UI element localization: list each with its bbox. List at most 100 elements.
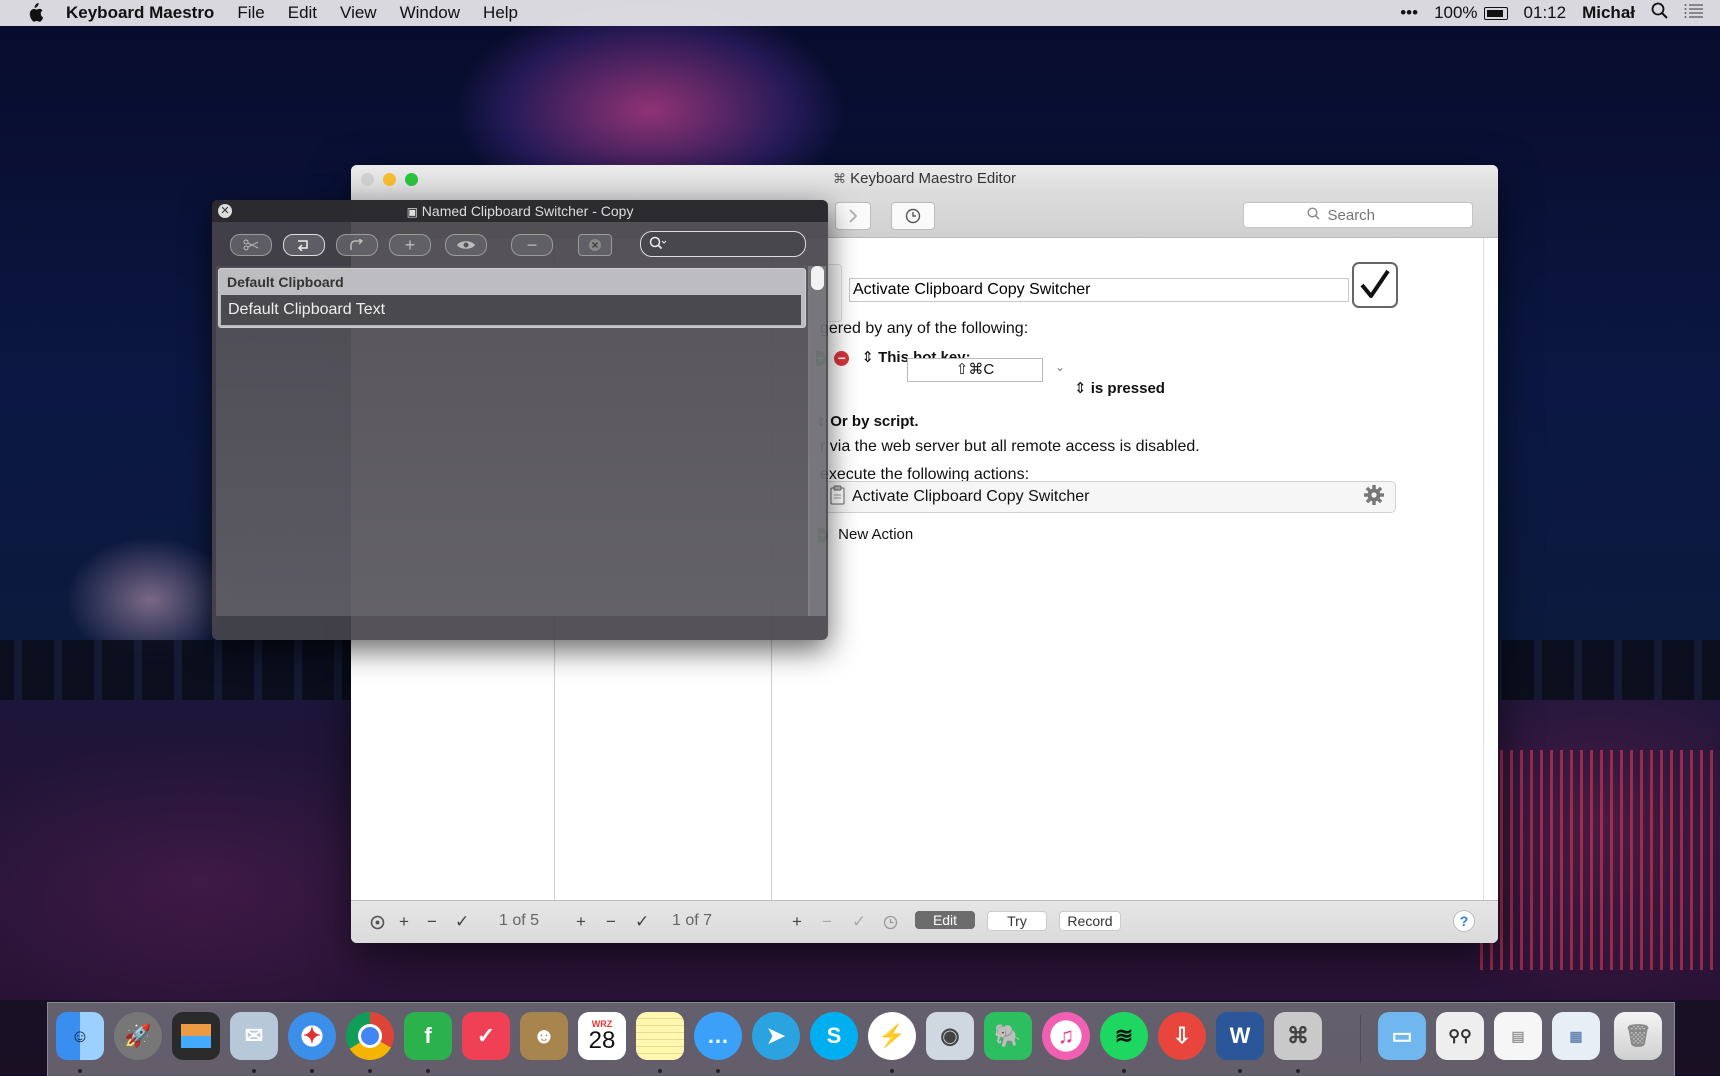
menu-view[interactable]: View [340,3,377,23]
dock-notes-icon[interactable] [636,1012,684,1060]
history-button[interactable] [891,202,935,230]
add-clipboard-icon[interactable]: + [389,234,431,256]
enable-macro-button[interactable]: ✓ [635,912,649,931]
forward-button[interactable] [835,202,871,230]
dock-pocket-icon[interactable]: ✓ [462,1012,510,1060]
remove-trigger-icon[interactable]: − [834,350,850,366]
close-button[interactable] [361,173,374,186]
add-group-button[interactable]: + [399,912,409,931]
dock-desktop-stack-icon[interactable]: ▦ [1552,1012,1600,1060]
dock-running-dot [658,1069,662,1073]
preview-eye-icon[interactable] [445,234,487,256]
dock-chrome-icon[interactable] [346,1012,394,1060]
dock-launchpad-icon[interactable]: 🚀 [114,1012,162,1060]
user-menu[interactable]: Michał [1582,3,1635,23]
try-button[interactable]: Try [987,911,1047,931]
clipboard-switcher-titlebar[interactable]: ✕ ▣ Named Clipboard Switcher - Copy [212,200,828,222]
dock-transmit-icon[interactable]: ⇩ [1158,1012,1206,1060]
hud-close-icon[interactable]: ✕ [218,204,232,218]
spotlight-icon[interactable] [1651,2,1668,24]
dock-messenger-icon[interactable]: ⚡ [868,1012,916,1060]
web-server-text: r via the web server but all remote acce… [820,438,1200,455]
notification-center-icon[interactable] [1684,3,1704,24]
dock-calendar-icon[interactable]: WRZ 28 [578,1012,626,1060]
triggered-by-text: gered by any of the following: [820,320,1029,337]
search-field[interactable] [1243,202,1473,228]
dock-evernote-icon[interactable]: 🐘 [984,1012,1032,1060]
or-by-script-label: Or by script. [830,413,919,430]
zoom-button[interactable] [405,173,418,186]
dock-preview-icon[interactable]: ◉ [926,1012,974,1060]
apple-menu-icon[interactable] [24,3,44,23]
macros-count: 1 of 7 [672,912,713,929]
trigger-type-updown-icon[interactable]: ⇕ [861,349,874,366]
edit-button[interactable]: Edit [915,911,975,929]
editor-window-titlebar[interactable]: ⌘ Keyboard Maestro Editor [351,165,1498,195]
dock-photobooth-icon[interactable] [172,1012,220,1060]
clipboard-search-field[interactable] [640,231,806,257]
dock-messages-icon[interactable]: … [694,1012,742,1060]
clipboard-search-icon [649,236,667,255]
dock-finder-icon[interactable]: ☺ [56,1012,104,1060]
clipboard-scroll-thumb[interactable] [811,266,824,290]
new-action-row[interactable]: + New Action [818,526,913,543]
menu-file[interactable]: File [237,3,264,23]
menu-help[interactable]: Help [483,3,518,23]
dock-skype-icon[interactable]: S [810,1012,858,1060]
calendar-day: 28 [588,1027,616,1054]
dock-keyboard-maestro-icon[interactable]: ⌘ [1274,1012,1322,1060]
menu-edit[interactable]: Edit [288,3,317,23]
more-extras-icon[interactable]: ••• [1400,3,1418,23]
dock-downloads-stack-icon[interactable]: ⚲⚲ [1436,1012,1484,1060]
dock-trash-icon[interactable]: 🗑 [1614,1012,1662,1060]
clock[interactable]: 01:12 [1524,3,1567,23]
remove-group-button[interactable]: − [427,912,437,931]
dock-telegram-icon[interactable]: ➤ [752,1012,800,1060]
clipboard-scrollbar[interactable] [808,266,826,616]
enable-group-button[interactable]: ✓ [455,912,469,931]
action-activate-clipboard-switcher[interactable]: Activate Clipboard Copy Switcher [819,481,1396,513]
battery-icon[interactable] [1483,6,1508,20]
state-updown-icon: ⇕ [1074,380,1087,397]
hotkey-dropdown-icon[interactable]: ⌄ [1055,360,1065,374]
menu-window[interactable]: Window [400,3,460,23]
record-button[interactable]: Record [1059,911,1121,931]
dock-feedly-icon[interactable]: f [404,1012,452,1060]
action-name: Activate Clipboard Copy Switcher [852,488,1090,505]
dock-itunes-icon[interactable]: ♫ [1042,1012,1090,1060]
add-macro-button[interactable]: + [576,912,586,931]
help-button[interactable]: ? [1453,910,1475,932]
action-gear-icon[interactable] [1363,484,1385,511]
dock-word-icon[interactable]: W [1216,1012,1264,1060]
macro-name-field[interactable] [849,278,1349,302]
dock-running-dot [1122,1069,1126,1073]
search-input[interactable] [1325,205,1410,225]
dock-documents-stack-icon[interactable]: ▤ [1494,1012,1542,1060]
hotkey-field[interactable]: ⇧⌘C [907,358,1043,382]
groups-count: 1 of 5 [499,912,540,929]
clipboard-item-selected[interactable]: Default Clipboard Text [221,295,801,325]
dock-spotify-icon[interactable]: ≋ [1100,1012,1148,1060]
dock: ☺ 🚀 ✉ ✦ f ✓ ☻ WRZ 28 … ➤ S ⚡ ◉ 🐘 ♫ ≋ ⇩ W… [47,1002,1675,1076]
redo-icon[interactable] [336,234,378,256]
clipboard-list[interactable]: Default Clipboard Default Clipboard Text [216,266,810,616]
add-action-button[interactable]: + [792,912,802,931]
menu-app-name[interactable]: Keyboard Maestro [66,3,214,23]
dock-running-dot [890,1069,894,1073]
dock-applications-folder-icon[interactable]: ▭ [1378,1012,1426,1060]
hotkey-state-popup[interactable]: ⇕ is pressed [1074,379,1165,397]
macro-editor-pane: gered by any of the following: + − ⇕ Thi… [772,238,1498,900]
macro-enabled-checkbox[interactable] [1352,262,1398,308]
minimize-button[interactable] [383,173,396,186]
cut-icon[interactable] [230,234,272,256]
dock-contacts-icon[interactable]: ☻ [520,1012,568,1060]
action-timer-icon [883,913,898,931]
dock-mail-icon[interactable]: ✉ [230,1012,278,1060]
remove-clipboard-icon[interactable]: − [511,234,553,256]
dock-safari-icon[interactable]: ✦ [288,1012,336,1060]
delete-clipboard-icon[interactable] [578,234,612,256]
remove-macro-button[interactable]: − [606,912,616,931]
editor-scrollbar[interactable] [1483,238,1484,900]
paste-return-icon[interactable] [283,234,325,256]
group-settings-icon[interactable] [369,913,386,931]
